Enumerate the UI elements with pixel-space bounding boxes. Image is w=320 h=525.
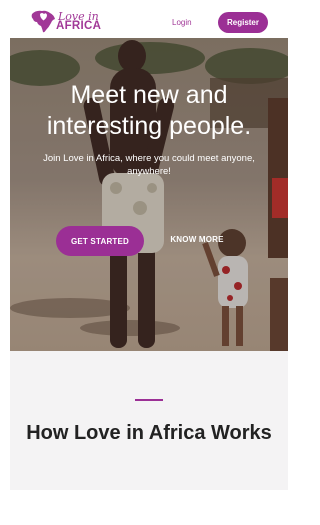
hero-title: Meet new and interesting people.: [46, 81, 252, 140]
how-it-works-section: How Love in Africa Works: [10, 351, 288, 490]
how-it-works-title: How Love in Africa Works: [26, 422, 272, 444]
logo-text-bottom: AFRICA: [56, 20, 102, 32]
section-accent-bar: [135, 399, 163, 401]
get-started-button[interactable]: GET STARTED: [56, 226, 144, 256]
page: Love in AFRICA Login Register Meet new a…: [10, 0, 288, 525]
hero-section: Meet new and interesting people. Join Lo…: [10, 38, 288, 351]
header: Love in AFRICA Login Register: [10, 0, 288, 38]
register-button[interactable]: Register: [218, 12, 268, 33]
login-link[interactable]: Login: [172, 18, 192, 27]
page-bottom: [10, 490, 288, 525]
hero-subtitle: Join Love in Africa, where you could mee…: [43, 153, 255, 177]
know-more-link[interactable]: KNOW MORE: [162, 235, 232, 244]
